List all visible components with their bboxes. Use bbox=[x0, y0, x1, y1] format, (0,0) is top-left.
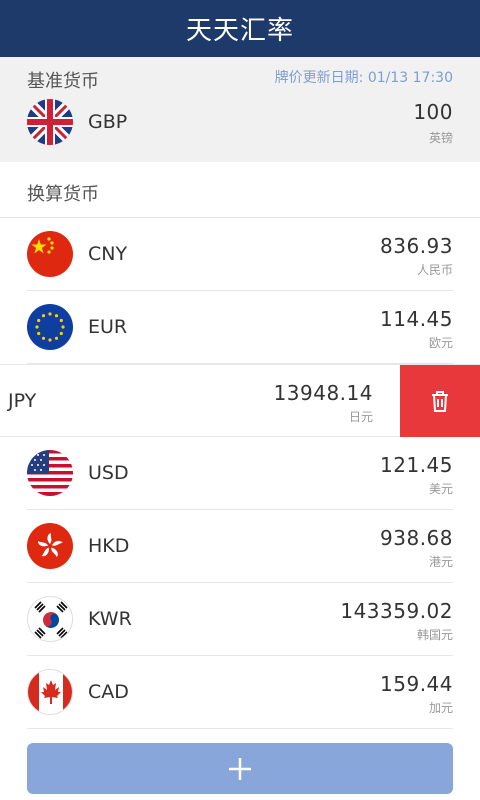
divider bbox=[27, 728, 453, 729]
currency-amount: 114.45 bbox=[380, 307, 453, 331]
currency-unit: 韩国元 bbox=[416, 628, 453, 642]
currency-row-jpy[interactable]: JPY 13948.14 日元 bbox=[0, 364, 480, 437]
conversion-currency-label: 换算货币 bbox=[27, 184, 99, 205]
plus-icon bbox=[229, 757, 251, 780]
currency-code: KWR bbox=[88, 608, 132, 630]
currency-amount: 938.68 bbox=[380, 526, 453, 550]
currency-unit: 人民币 bbox=[416, 263, 453, 277]
base-currency-code: GBP bbox=[88, 111, 128, 133]
update-time: 01/13 17:30 bbox=[367, 70, 453, 86]
china-flag-icon bbox=[27, 231, 73, 277]
currency-row-kwr[interactable]: KWR 143359.02 韩国元 bbox=[0, 583, 480, 656]
currency-code: EUR bbox=[88, 316, 128, 338]
currency-amount: 121.45 bbox=[380, 453, 453, 477]
hongkong-flag-icon bbox=[27, 523, 73, 569]
currency-code: CAD bbox=[88, 681, 129, 703]
currency-row-hkd[interactable]: HKD 938.68 港元 bbox=[0, 510, 480, 583]
canada-flag-icon bbox=[27, 669, 73, 715]
currency-unit: 欧元 bbox=[428, 336, 453, 350]
currency-row-usd[interactable]: USD 121.45 美元 bbox=[0, 437, 480, 510]
update-info: 牌价更新日期: 01/13 17:30 bbox=[275, 67, 453, 87]
currency-unit: 加元 bbox=[428, 701, 453, 715]
currency-amount: 159.44 bbox=[380, 672, 453, 696]
currency-code: USD bbox=[88, 462, 129, 484]
delete-button[interactable] bbox=[400, 365, 480, 437]
base-currency-section: 基准货币 牌价更新日期: 01/13 17:30 GBP 100 英镑 bbox=[0, 57, 480, 162]
update-label: 牌价更新日期: bbox=[274, 70, 364, 86]
currency-amount: 13948.14 bbox=[273, 381, 373, 405]
trash-icon bbox=[432, 391, 448, 412]
uk-flag-icon bbox=[27, 99, 73, 145]
base-currency-unit: 英镑 bbox=[428, 131, 453, 145]
base-currency-row[interactable]: GBP 100 英镑 bbox=[0, 95, 480, 149]
currency-row-eur[interactable]: EUR 114.45 欧元 bbox=[0, 291, 480, 364]
currency-unit: 美元 bbox=[428, 482, 453, 496]
base-currency-label: 基准货币 bbox=[27, 71, 99, 92]
currency-code: JPY bbox=[8, 390, 37, 412]
app-title: 天天汇率 bbox=[185, 16, 294, 46]
currency-amount: 143359.02 bbox=[340, 599, 453, 623]
currency-code: HKD bbox=[88, 535, 130, 557]
currency-amount: 836.93 bbox=[380, 234, 453, 258]
usa-flag-icon bbox=[27, 450, 73, 496]
eu-flag-icon bbox=[27, 304, 73, 350]
currency-row-cad[interactable]: CAD 159.44 加元 bbox=[0, 656, 480, 729]
currency-unit: 日元 bbox=[348, 410, 373, 424]
currency-unit: 港元 bbox=[428, 555, 453, 569]
currency-row-cny[interactable]: CNY 836.93 人民币 bbox=[0, 218, 480, 291]
base-currency-amount[interactable]: 100 bbox=[413, 100, 453, 124]
korea-flag-icon bbox=[27, 596, 73, 642]
add-currency-button[interactable] bbox=[27, 743, 453, 794]
currency-code: CNY bbox=[88, 243, 128, 265]
app-header: 天天汇率 bbox=[0, 0, 480, 57]
